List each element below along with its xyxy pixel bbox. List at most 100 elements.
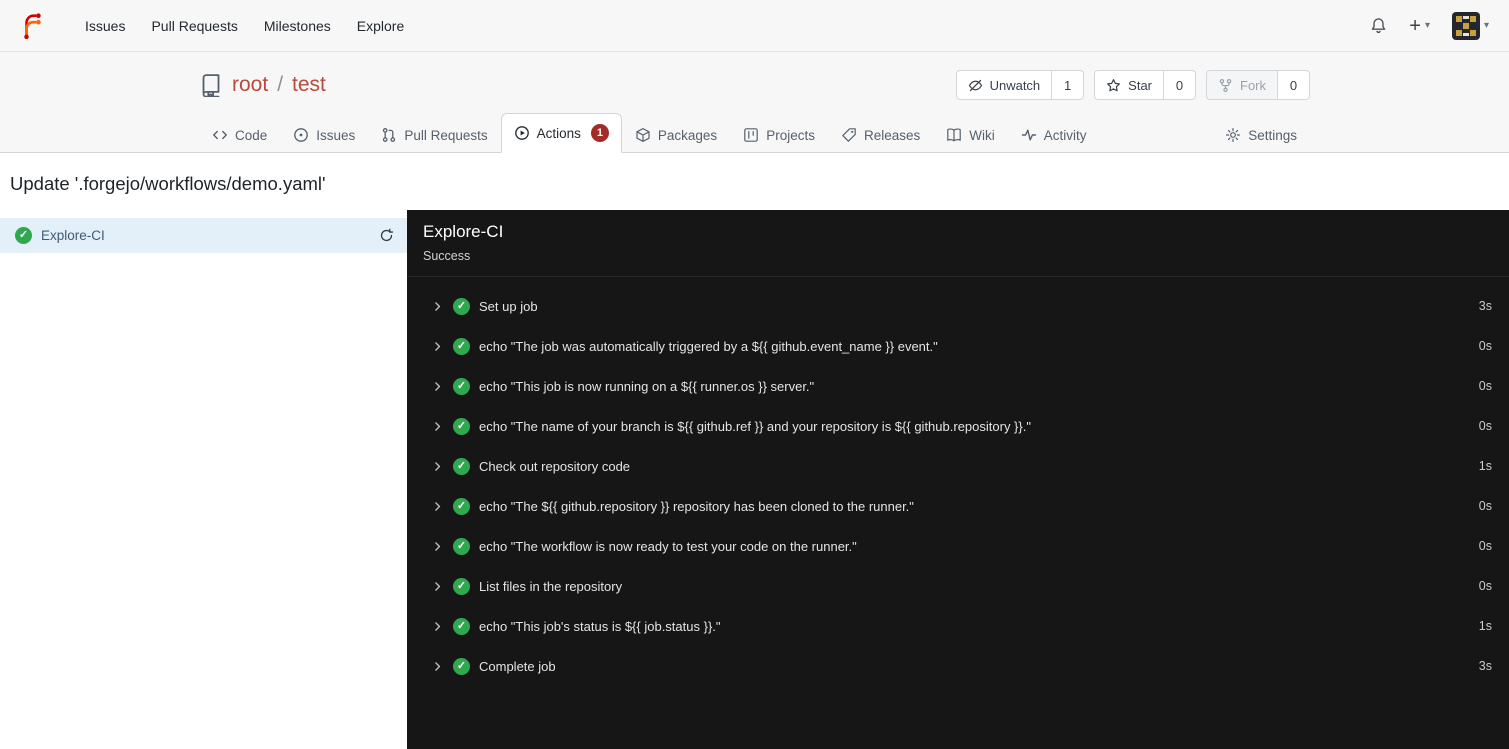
- step-row[interactable]: ✓ echo "The name of your branch is ${{ g…: [407, 406, 1509, 446]
- caret-down-icon: ▾: [1424, 20, 1430, 31]
- job-item-explore-ci[interactable]: ✓ Explore-CI: [0, 218, 407, 253]
- chevron-right-icon: [431, 620, 444, 633]
- play-circle-icon: [514, 125, 530, 141]
- tab-label: Issues: [316, 127, 356, 143]
- step-duration: 0s: [1478, 339, 1492, 353]
- chevron-right-icon: [431, 540, 444, 553]
- code-icon: [212, 127, 228, 143]
- tab-label: Packages: [657, 127, 718, 143]
- create-new-button[interactable]: + ▾: [1409, 16, 1430, 36]
- nav-item-issues[interactable]: Issues: [72, 10, 138, 42]
- success-check-icon: ✓: [453, 577, 470, 595]
- job-item-label: Explore-CI: [41, 228, 105, 243]
- step-name: List files in the repository: [479, 578, 623, 594]
- step-list: ✓ Set up job 3s ✓ echo "The job was auto…: [407, 277, 1509, 686]
- chevron-right-icon: [431, 580, 444, 593]
- success-check-icon: ✓: [453, 617, 470, 635]
- unwatch-label: Unwatch: [989, 77, 1041, 93]
- chevron-right-icon: [431, 660, 444, 673]
- step-row[interactable]: ✓ echo "This job is now running on a ${{…: [407, 366, 1509, 406]
- tab-activity[interactable]: Activity: [1008, 116, 1100, 153]
- tag-icon: [841, 127, 857, 143]
- tab-settings[interactable]: Settings: [1212, 116, 1310, 153]
- navbar: Issues Pull Requests Milestones Explore …: [0, 0, 1509, 52]
- step-row-setup[interactable]: ✓ Set up job 3s: [407, 286, 1509, 326]
- step-row[interactable]: ✓ echo "The ${{ github.repository }} rep…: [407, 486, 1509, 526]
- step-name: echo "The job was automatically triggere…: [479, 338, 938, 354]
- step-row-complete[interactable]: ✓ Complete job 3s: [407, 646, 1509, 686]
- issue-icon: [293, 127, 309, 143]
- repo-owner-link[interactable]: root: [232, 73, 268, 97]
- step-duration: 1s: [1478, 619, 1492, 633]
- tab-label: Code: [235, 127, 268, 143]
- success-check-icon: ✓: [15, 227, 32, 244]
- chevron-right-icon: [431, 300, 444, 313]
- step-name: Complete job: [479, 658, 556, 674]
- pulse-icon: [1021, 127, 1037, 143]
- tab-wiki[interactable]: Wiki: [933, 116, 1008, 153]
- step-name: echo "This job is now running on a ${{ r…: [479, 378, 815, 394]
- step-name: Set up job: [479, 298, 538, 314]
- repo-path-separator: /: [277, 73, 284, 96]
- tab-label: Projects: [766, 127, 815, 143]
- navbar-right: + ▾ ▾: [1370, 11, 1489, 40]
- fork-icon: [1218, 78, 1233, 93]
- tab-issues[interactable]: Issues: [280, 116, 368, 153]
- repo-tabs: Code Issues Pull Requests Actions 1 Pack…: [191, 113, 1318, 153]
- step-name: echo "This job's status is ${{ job.statu…: [479, 618, 721, 634]
- run-title: Update '.forgejo/workflows/demo.yaml': [10, 173, 326, 194]
- star-button[interactable]: Star: [1094, 70, 1164, 100]
- step-row[interactable]: ✓ echo "The job was automatically trigge…: [407, 326, 1509, 366]
- fork-label: Fork: [1240, 77, 1266, 93]
- chevron-right-icon: [431, 340, 444, 353]
- stars-count-button[interactable]: 0: [1164, 70, 1196, 100]
- tab-releases[interactable]: Releases: [828, 116, 933, 153]
- forgejo-logo[interactable]: [20, 12, 46, 39]
- nav-item-explore[interactable]: Explore: [344, 10, 417, 42]
- tab-label: Settings: [1248, 127, 1297, 143]
- nav-item-milestones[interactable]: Milestones: [251, 10, 344, 42]
- tab-code[interactable]: Code: [199, 116, 280, 153]
- tab-label: Actions: [536, 125, 581, 141]
- success-check-icon: ✓: [453, 457, 470, 475]
- step-row-checkout[interactable]: ✓ Check out repository code 1s: [407, 446, 1509, 486]
- refresh-icon[interactable]: [379, 228, 394, 243]
- user-menu[interactable]: ▾: [1451, 11, 1489, 40]
- forks-count-button[interactable]: 0: [1278, 70, 1310, 100]
- success-check-icon: ✓: [453, 537, 470, 555]
- tab-label: Wiki: [969, 127, 995, 143]
- star-label: Star: [1128, 77, 1152, 93]
- pull-request-icon: [381, 127, 397, 143]
- tab-packages[interactable]: Packages: [622, 116, 730, 153]
- repo-name-link[interactable]: test: [292, 73, 326, 97]
- watchers-count-button[interactable]: 1: [1052, 70, 1085, 100]
- project-board-icon: [743, 127, 759, 143]
- notifications-bell-icon[interactable]: [1370, 17, 1387, 34]
- step-duration: 3s: [1478, 299, 1492, 313]
- eye-slash-icon: [968, 78, 983, 93]
- chevron-right-icon: [431, 460, 444, 473]
- step-row[interactable]: ✓ echo "This job's status is ${{ job.sta…: [407, 606, 1509, 646]
- unwatch-button[interactable]: Unwatch: [955, 70, 1053, 100]
- chevron-right-icon: [431, 380, 444, 393]
- tab-actions[interactable]: Actions 1: [500, 113, 622, 153]
- tab-pull-requests[interactable]: Pull Requests: [368, 116, 500, 153]
- actions-run-view: Update '.forgejo/workflows/demo.yaml' ✓ …: [0, 153, 1509, 749]
- success-check-icon: ✓: [453, 377, 470, 395]
- job-sidebar: ✓ Explore-CI: [0, 210, 407, 749]
- step-duration: 1s: [1478, 459, 1492, 473]
- tab-projects[interactable]: Projects: [730, 116, 828, 153]
- step-row-list-files[interactable]: ✓ List files in the repository 0s: [407, 566, 1509, 606]
- fork-button[interactable]: Fork: [1206, 70, 1278, 100]
- avatar: [1451, 11, 1480, 40]
- job-title: Explore-CI: [423, 222, 504, 241]
- nav-item-pull-requests[interactable]: Pull Requests: [138, 10, 250, 42]
- package-icon: [635, 127, 651, 143]
- job-log-header: Explore-CI Success: [407, 210, 1509, 277]
- success-check-icon: ✓: [453, 297, 470, 315]
- repo-header: root / test Unwatch 1 Star 0 Fork 0 Code…: [0, 52, 1509, 153]
- gear-icon: [1225, 127, 1241, 143]
- step-row[interactable]: ✓ echo "The workflow is now ready to tes…: [407, 526, 1509, 566]
- main-nav: Issues Pull Requests Milestones Explore: [72, 10, 417, 42]
- tab-label: Pull Requests: [404, 127, 488, 143]
